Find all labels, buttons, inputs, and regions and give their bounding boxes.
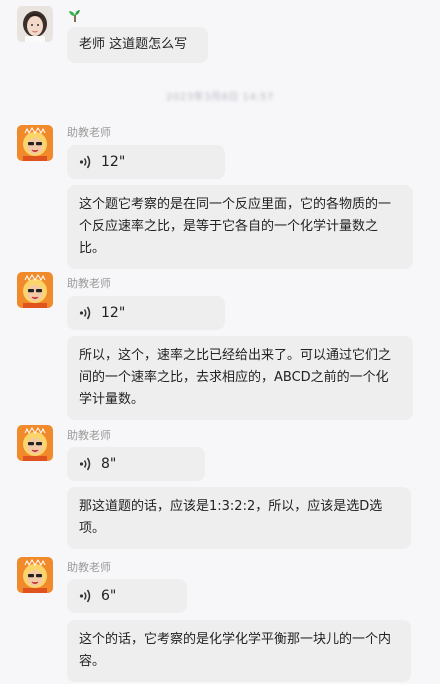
voice-duration: 12" <box>101 154 126 170</box>
assistant-avatar[interactable] <box>17 272 53 308</box>
message-text: 那这道题的话，应该是1:3:2:2，所以，应该是选D选项。 <box>79 499 383 536</box>
message-text: 所以，这个，速率之比已经给出来了。可以通过它们之间的一个速率之比，去求相应的，A… <box>79 348 392 407</box>
student-message-text: 老师 这道题怎么写 <box>79 37 188 52</box>
message-bubble[interactable]: 这个的话，它考察的是化学化学平衡那一块儿的一个内容。 <box>67 620 411 682</box>
assistant-avatar[interactable] <box>17 425 53 461</box>
timestamp: 2023年3月8日 14:57 <box>166 92 274 103</box>
voice-wave-icon <box>79 457 91 471</box>
student-message-bubble[interactable]: 老师 这道题怎么写 <box>67 27 208 63</box>
message-text: 这个的话，它考察的是化学化学平衡那一块儿的一个内容。 <box>79 632 392 669</box>
assistant-name: 助教老师 <box>67 429 111 442</box>
assistant-name: 助教老师 <box>67 126 111 139</box>
student-avatar[interactable] <box>17 6 53 42</box>
message-bubble[interactable]: 这个题它考察的是在同一个反应里面，它的各物质的一个反应速率之比，是等于它各自的一… <box>67 185 413 269</box>
assistant-name: 助教老师 <box>67 277 111 290</box>
voice-message[interactable]: 6" <box>67 579 187 613</box>
assistant-avatar[interactable] <box>17 125 53 161</box>
voice-duration: 12" <box>101 305 126 321</box>
voice-duration: 6" <box>101 588 117 604</box>
voice-duration: 8" <box>101 456 117 472</box>
message-text: 这个题它考察的是在同一个反应里面，它的各物质的一个反应速率之比，是等于它各自的一… <box>79 197 392 256</box>
assistant-avatar[interactable] <box>17 557 53 593</box>
voice-wave-icon <box>79 306 91 320</box>
voice-wave-icon <box>79 155 91 169</box>
voice-message[interactable]: 8" <box>67 447 205 481</box>
assistant-name: 助教老师 <box>67 561 111 574</box>
message-bubble[interactable]: 所以，这个，速率之比已经给出来了。可以通过它们之间的一个速率之比，去求相应的，A… <box>67 336 413 420</box>
message-bubble[interactable]: 那这道题的话，应该是1:3:2:2，所以，应该是选D选项。 <box>67 487 411 549</box>
sprout-icon <box>67 8 83 27</box>
voice-wave-icon <box>79 589 91 603</box>
voice-message[interactable]: 12" <box>67 296 225 330</box>
voice-message[interactable]: 12" <box>67 145 225 179</box>
